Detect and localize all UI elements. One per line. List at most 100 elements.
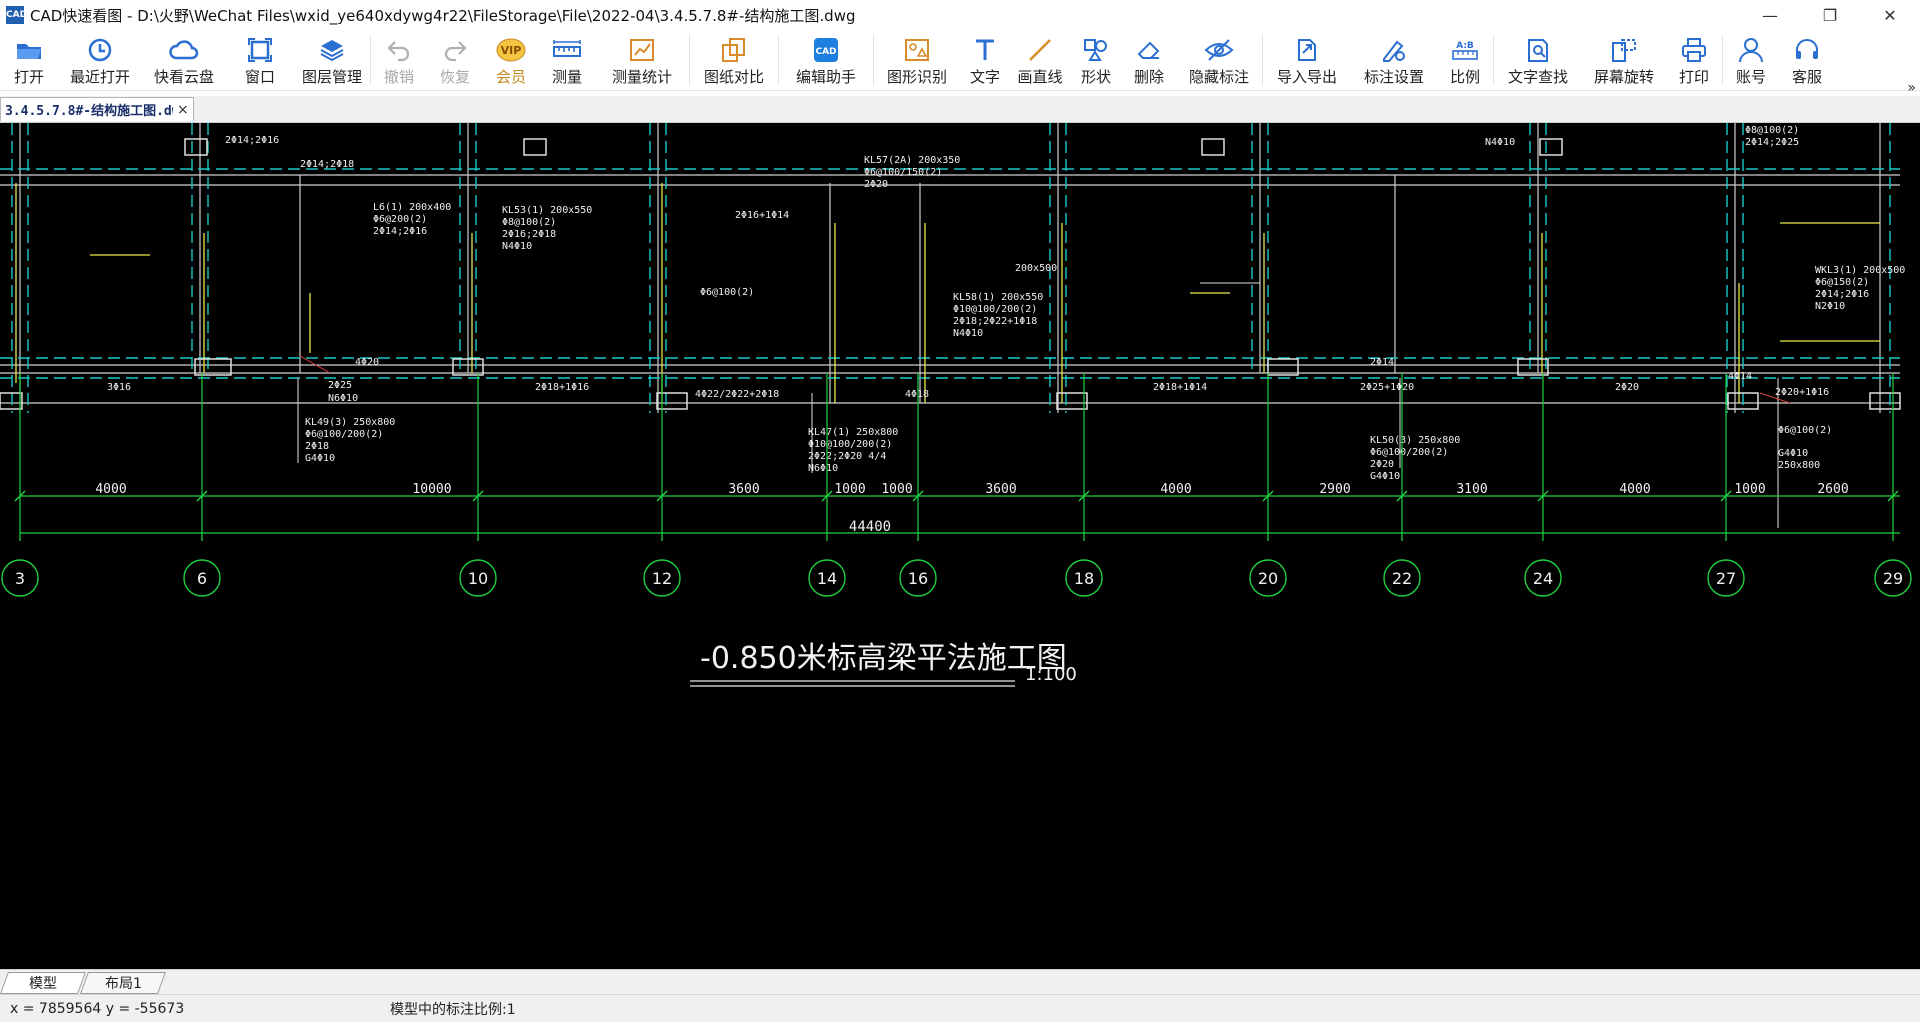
annotation-text: 4Φ14 (1728, 371, 1752, 382)
measure-stats-button[interactable]: 测量统计 (595, 30, 689, 90)
annotation-text: KL57(2A) 200x350 (864, 155, 960, 166)
annotation-text: Φ8@100(2) (1745, 125, 1799, 136)
annotation-text: 2Φ22;2Φ20 4/4 (808, 451, 886, 462)
axis-label: 27 (1716, 569, 1736, 588)
import-export-button[interactable]: 导入导出 (1263, 30, 1351, 90)
layers-button[interactable]: 图层管理 (294, 30, 370, 90)
annotation-scale-text: 模型中的标注比例:1 (390, 1001, 516, 1018)
printer-icon (1680, 36, 1708, 64)
tab-model[interactable]: 模型 (0, 972, 87, 994)
annotation-text: 2Φ18+1Φ16 (535, 382, 589, 393)
annotation-text: Φ10@100/200(2) (953, 304, 1037, 315)
svg-text:A:B: A:B (1456, 41, 1474, 51)
annotation-text: 2Φ14;2Φ16 (373, 226, 427, 237)
drawing-title: -0.850米标高梁平法施工图 (700, 641, 1067, 676)
hide-annotation-button[interactable]: 隐藏标注 (1176, 30, 1262, 90)
status-bar: x = 7859564 y = -55673 模型中的标注比例:1 (0, 994, 1920, 1022)
annotation-text: KL58(1) 200x550 (953, 292, 1043, 303)
edit-assistant-button[interactable]: CAD 编辑助手 (779, 30, 873, 90)
shape-button[interactable]: 形状 (1070, 30, 1122, 90)
document-tab[interactable]: 3.4.5.7.8#-结构施工图.dwg × (0, 97, 194, 121)
tab-layout1[interactable]: 布局1 (79, 972, 167, 994)
shape-icon (1082, 36, 1110, 64)
dimension-text: 1000 (834, 482, 865, 497)
undo-button[interactable]: 撤销 (371, 30, 427, 90)
total-dimension-text: 44400 (849, 519, 891, 535)
layout-tab-bar: 模型 布局1 (0, 969, 1920, 994)
ruler-icon (552, 36, 582, 64)
account-button[interactable]: 账号 (1723, 30, 1779, 90)
document-tab-label: 3.4.5.7.8#-结构施工图.dwg (5, 104, 173, 119)
rotate-icon (1610, 36, 1638, 64)
vip-icon: VIP (495, 36, 527, 64)
edit-icon: CAD (812, 36, 840, 64)
customer-service-button[interactable]: 客服 (1779, 30, 1835, 90)
draw-line-button[interactable]: 画直线 (1010, 30, 1070, 90)
annotation-text: 4Φ22/2Φ22+2Φ18 (695, 389, 779, 400)
annotation-text: 2Φ20 (1370, 459, 1394, 470)
annotation-text: 2Φ14;2Φ18 (300, 159, 354, 170)
find-text-button[interactable]: 文字查找 (1494, 30, 1582, 90)
headset-icon (1794, 36, 1820, 64)
annotation-text: Φ6@100(2) (1778, 425, 1832, 436)
recent-button[interactable]: 最近打开 (58, 30, 142, 90)
ratio-icon: A:B (1450, 36, 1480, 64)
axis-label: 10 (468, 569, 488, 588)
annotation-settings-button[interactable]: 标注设置 (1351, 30, 1437, 90)
annotation-text: N6Φ10 (808, 463, 838, 474)
annotation-text: KL49(3) 250x800 (305, 417, 395, 428)
line-icon (1027, 36, 1053, 64)
axis-label: 6 (197, 569, 207, 588)
clock-icon (86, 36, 114, 64)
annotation-text: WKL3(1) 200x500 (1815, 265, 1905, 276)
window-icon (247, 36, 273, 64)
annotation-text: KL53(1) 200x550 (502, 205, 592, 216)
main-toolbar: 打开 最近打开 快看云盘 窗口 图层管理 撤销 恢复 VIP 会员 测量 测量统… (0, 30, 1920, 96)
axis-label: 22 (1392, 569, 1412, 588)
annotation-text: 4Φ20 (355, 357, 379, 368)
annotation-text: N2Φ10 (1815, 301, 1845, 312)
annotation-text: Φ6@200(2) (373, 214, 427, 225)
text-button[interactable]: 文字 (960, 30, 1010, 90)
toolbar-more-button[interactable]: » (1907, 80, 1916, 96)
dimension-text: 4000 (1160, 482, 1191, 497)
measure-button[interactable]: 测量 (539, 30, 595, 90)
compare-button[interactable]: 图纸对比 (690, 30, 778, 90)
close-tab-icon[interactable]: × (177, 102, 189, 118)
window-title: CAD快速看图 - D:\火野\WeChat Files\wxid_ye640x… (30, 6, 856, 25)
redo-icon (442, 36, 468, 64)
open-button[interactable]: 打开 (0, 30, 58, 90)
annotation-text: KL47(1) 250x800 (808, 427, 898, 438)
annotation-text: N4Φ10 (953, 328, 983, 339)
annotation-text: 250x800 (1778, 460, 1820, 471)
annotation-text: 2Φ20 (864, 179, 888, 190)
drawing-canvas[interactable]: KL49(3) 250x800 Φ6@100/200(2) 2Φ18 G4Φ10… (0, 123, 1920, 969)
export-icon (1293, 36, 1321, 64)
annotation-text: 2Φ16+1Φ14 (735, 210, 789, 221)
recognize-button[interactable]: 图形识别 (874, 30, 960, 90)
vip-button[interactable]: VIP 会员 (483, 30, 539, 90)
delete-button[interactable]: 删除 (1122, 30, 1176, 90)
dimension-text: 10000 (412, 482, 451, 497)
find-text-icon (1524, 36, 1552, 64)
user-icon (1738, 36, 1764, 64)
cloud-button[interactable]: 快看云盘 (142, 30, 226, 90)
annotation-text: Φ8@100(2) (502, 217, 556, 228)
window-button[interactable]: 窗口 (226, 30, 294, 90)
minimize-button[interactable]: — (1740, 0, 1800, 30)
layers-icon (319, 36, 345, 64)
dimension-text: 1000 (1734, 482, 1765, 497)
screen-rotate-button[interactable]: 屏幕旋转 (1582, 30, 1666, 90)
ratio-button[interactable]: A:B 比例 (1437, 30, 1493, 90)
restore-button[interactable]: ❐ (1800, 0, 1860, 30)
dimension-text: 3600 (985, 482, 1016, 497)
close-button[interactable]: ✕ (1860, 0, 1920, 30)
compare-icon (720, 36, 748, 64)
annotation-text: G4Φ10 (1778, 448, 1808, 459)
print-button[interactable]: 打印 (1666, 30, 1722, 90)
dimension-text: 2600 (1817, 482, 1848, 497)
annotation-text: 2Φ20+1Φ16 (1775, 387, 1829, 398)
redo-button[interactable]: 恢复 (427, 30, 483, 90)
annotation-text: 2Φ14;2Φ16 (1815, 289, 1869, 300)
annotation-text: L6(1) 200x400 (373, 202, 451, 213)
